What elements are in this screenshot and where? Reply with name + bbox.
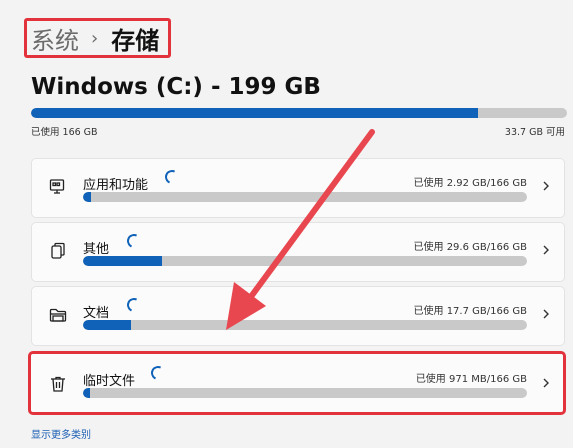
category-label: 应用和功能 bbox=[83, 178, 149, 193]
chevron-right-icon bbox=[539, 178, 553, 192]
breadcrumb: 系统 › 存储 bbox=[24, 18, 171, 58]
chevron-right-icon bbox=[539, 242, 553, 256]
category-usage-bar bbox=[83, 256, 527, 266]
category-card-documents[interactable]: 文档 已使用 17.7 GB/166 GB bbox=[31, 286, 565, 346]
drive-title: Windows (C:) - 199 GB bbox=[31, 74, 321, 100]
category-usage-fill bbox=[83, 192, 91, 202]
drive-usage-bar bbox=[31, 108, 567, 118]
category-label: 临时文件 bbox=[83, 374, 136, 389]
chevron-right-icon bbox=[539, 306, 553, 320]
category-label: 文档 bbox=[83, 306, 110, 321]
category-card-apps[interactable]: 应用和功能 已使用 2.92 GB/166 GB bbox=[31, 158, 565, 218]
breadcrumb-parent-system[interactable]: 系统 bbox=[31, 21, 79, 56]
category-usage: 已使用 17.7 GB/166 GB bbox=[413, 306, 527, 317]
category-card-temp-files[interactable]: 临时文件 已使用 971 MB/166 GB bbox=[28, 351, 566, 415]
category-label: 其他 bbox=[83, 242, 110, 257]
category-usage-bar bbox=[83, 192, 527, 202]
other-files-icon bbox=[48, 241, 68, 261]
category-usage: 已使用 971 MB/166 GB bbox=[415, 374, 527, 385]
chevron-right-icon bbox=[539, 375, 553, 389]
drive-usage-fill bbox=[31, 108, 479, 118]
loading-spinner-icon bbox=[163, 168, 181, 186]
category-usage: 已使用 29.6 GB/166 GB bbox=[413, 242, 527, 253]
folder-icon bbox=[48, 305, 68, 325]
loading-spinner-icon bbox=[149, 364, 167, 382]
category-card-other[interactable]: 其他 已使用 29.6 GB/166 GB bbox=[31, 222, 565, 282]
loading-spinner-icon bbox=[125, 296, 143, 314]
trash-icon bbox=[48, 374, 68, 394]
category-usage-bar bbox=[83, 320, 527, 330]
breadcrumb-current-storage: 存储 bbox=[111, 26, 160, 55]
category-usage: 已使用 2.92 GB/166 GB bbox=[413, 178, 527, 189]
app-features-icon bbox=[48, 177, 68, 197]
category-usage-fill bbox=[83, 256, 163, 266]
show-more-categories-link[interactable]: 显示更多类别 bbox=[31, 426, 91, 441]
category-usage-fill bbox=[83, 320, 131, 330]
category-usage-fill bbox=[83, 388, 90, 398]
loading-spinner-icon bbox=[125, 232, 143, 250]
drive-used-label: 已使用 166 GB bbox=[31, 127, 98, 138]
category-usage-bar bbox=[83, 388, 527, 398]
drive-free-label: 33.7 GB 可用 bbox=[504, 127, 565, 138]
breadcrumb-separator: › bbox=[91, 27, 99, 49]
